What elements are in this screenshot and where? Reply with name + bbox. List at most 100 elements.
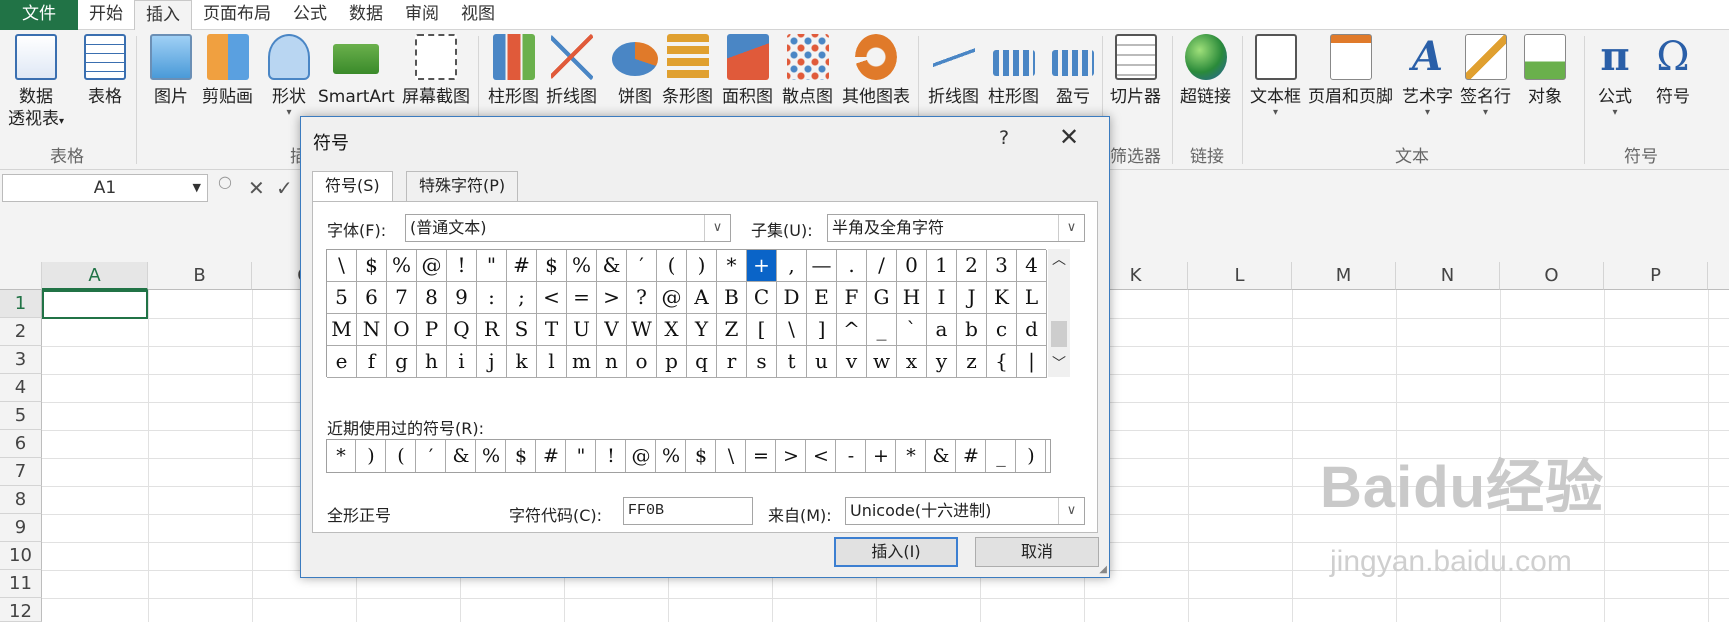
symbol-cell[interactable]: c [987,314,1017,346]
symbol-cell[interactable]: o [627,346,657,378]
menu-home[interactable]: 开始 [78,0,134,30]
symbol-cell[interactable]: % [567,250,597,282]
symbol-cell[interactable]: h [417,346,447,378]
close-icon[interactable]: ✕ [1059,123,1079,151]
symbol-cell[interactable]: / [867,250,897,282]
column-header-l[interactable]: L [1188,262,1292,290]
resize-grip-icon[interactable]: ◢ [1099,564,1107,575]
name-box[interactable]: A1 ▼ [2,174,208,202]
chevron-down-icon[interactable]: ∨ [1058,498,1084,524]
clipart-button[interactable]: 剪贴画 [202,34,253,108]
symbol-cell[interactable]: a [927,314,957,346]
symbol-cell[interactable]: q [687,346,717,378]
recent-symbol-cell[interactable]: ) [1017,440,1046,472]
symbol-cell[interactable]: ^ [837,314,867,346]
symbol-cell[interactable]: D [777,282,807,314]
symbol-cell[interactable]: " [477,250,507,282]
header-footer-button[interactable]: 页眉和页脚 [1308,34,1393,108]
recent-symbol-cell[interactable]: " [567,440,596,472]
symbol-cell[interactable]: A [687,282,717,314]
screenshot-button[interactable]: 屏幕截图 [402,34,470,108]
symbol-cell[interactable]: T [537,314,567,346]
scatter-chart-button[interactable]: 散点图 [782,34,833,108]
cancel-button[interactable]: 取消 [975,537,1099,567]
symbol-cell[interactable]: 4 [1017,250,1047,282]
signature-line-button[interactable]: 签名行 ▾ [1460,34,1511,118]
symbol-cell[interactable]: : [477,282,507,314]
shapes-button[interactable]: 形状 ▾ [268,34,310,118]
symbol-cell[interactable]: j [477,346,507,378]
object-button[interactable]: 对象 [1524,34,1566,108]
scrollbar-thumb[interactable] [1051,321,1067,347]
symbol-cell[interactable]: V [597,314,627,346]
column-chart-button[interactable]: 柱形图 [488,34,539,108]
chevron-down-icon[interactable]: ∨ [1058,215,1084,241]
symbol-cell[interactable]: ! [447,250,477,282]
symbol-cell[interactable]: 8 [417,282,447,314]
row-header-3[interactable]: 3 [0,346,42,374]
symbol-cell[interactable]: J [957,282,987,314]
symbol-cell[interactable]: ; [507,282,537,314]
recent-symbol-cell[interactable]: + [867,440,896,472]
symbol-cell[interactable]: W [627,314,657,346]
symbol-cell[interactable]: 0 [897,250,927,282]
symbol-cell[interactable]: % [387,250,417,282]
subset-select[interactable]: 半角及全角字符 ∨ [827,214,1085,242]
symbol-cell[interactable]: F [837,282,867,314]
symbol-cell[interactable]: @ [657,282,687,314]
symbol-cell[interactable]: i [447,346,477,378]
symbol-grid[interactable]: \ $% @! " # $% & ′() * +, —./0 1 2 3 4 5 6 7 8 9:; < = >? @ A B C D… [326,249,1047,378]
recent-symbol-cell[interactable]: < [807,440,836,472]
pie-chart-button[interactable]: 饼图 [612,34,658,108]
recent-symbol-cell[interactable]: ! [597,440,626,472]
symbol-cell[interactable]: < [537,282,567,314]
symbol-cell[interactable]: ` [897,314,927,346]
symbol-cell[interactable]: e [327,346,357,378]
recent-symbol-cell[interactable]: ( [387,440,416,472]
recent-symbol-cell[interactable]: @ [627,440,656,472]
symbol-cell[interactable]: { [987,346,1017,378]
column-header-b[interactable]: B [148,262,252,290]
symbol-cell[interactable]: . [837,250,867,282]
symbol-cell[interactable]: # [507,250,537,282]
help-icon[interactable]: ? [999,127,1009,149]
row-header-4[interactable]: 4 [0,374,42,402]
symbol-cell[interactable]: , [777,250,807,282]
column-header-a[interactable]: A [42,262,148,290]
symbol-cell[interactable]: \ [777,314,807,346]
enter-entry-icon[interactable]: ✓ [276,176,293,200]
symbol-cell[interactable]: $ [537,250,567,282]
symbol-cell[interactable]: $ [357,250,387,282]
symbol-cell[interactable]: v [837,346,867,378]
symbol-cell[interactable]: w [867,346,897,378]
menu-view[interactable]: 视图 [450,0,506,30]
symbol-cell[interactable]: O [387,314,417,346]
symbol-cell[interactable]: | [1017,346,1047,378]
bar-chart-button[interactable]: 条形图 [662,34,713,108]
tab-special-characters[interactable]: 特殊字符(P) [406,171,519,201]
row-header-1[interactable]: 1 [0,290,42,318]
recent-symbols-row[interactable]: *)(′ &% $ # "! @% $ \ = > < - + * & # _) [326,439,1051,473]
symbol-cell[interactable]: n [597,346,627,378]
symbol-cell[interactable]: u [807,346,837,378]
chevron-down-icon[interactable]: ∨ [704,215,730,241]
symbol-cell[interactable]: > [597,282,627,314]
symbol-cell[interactable]: + [747,250,777,282]
recent-symbol-cell[interactable]: % [657,440,686,472]
menu-page-layout[interactable]: 页面布局 [192,0,282,30]
symbol-cell[interactable]: U [567,314,597,346]
symbol-cell[interactable]: \ [327,250,357,282]
symbol-cell[interactable]: t [777,346,807,378]
symbol-cell[interactable]: d [1017,314,1047,346]
symbol-cell[interactable]: Q [447,314,477,346]
symbol-cell[interactable]: b [957,314,987,346]
select-all-corner[interactable] [0,262,42,290]
row-header-7[interactable]: 7 [0,458,42,486]
symbol-cell[interactable]: Z [717,314,747,346]
symbol-cell[interactable]: s [747,346,777,378]
symbol-cell[interactable]: ] [807,314,837,346]
symbol-cell[interactable]: I [927,282,957,314]
picture-button[interactable]: 图片 [150,34,192,108]
menu-review[interactable]: 审阅 [394,0,450,30]
symbol-cell[interactable]: 1 [927,250,957,282]
